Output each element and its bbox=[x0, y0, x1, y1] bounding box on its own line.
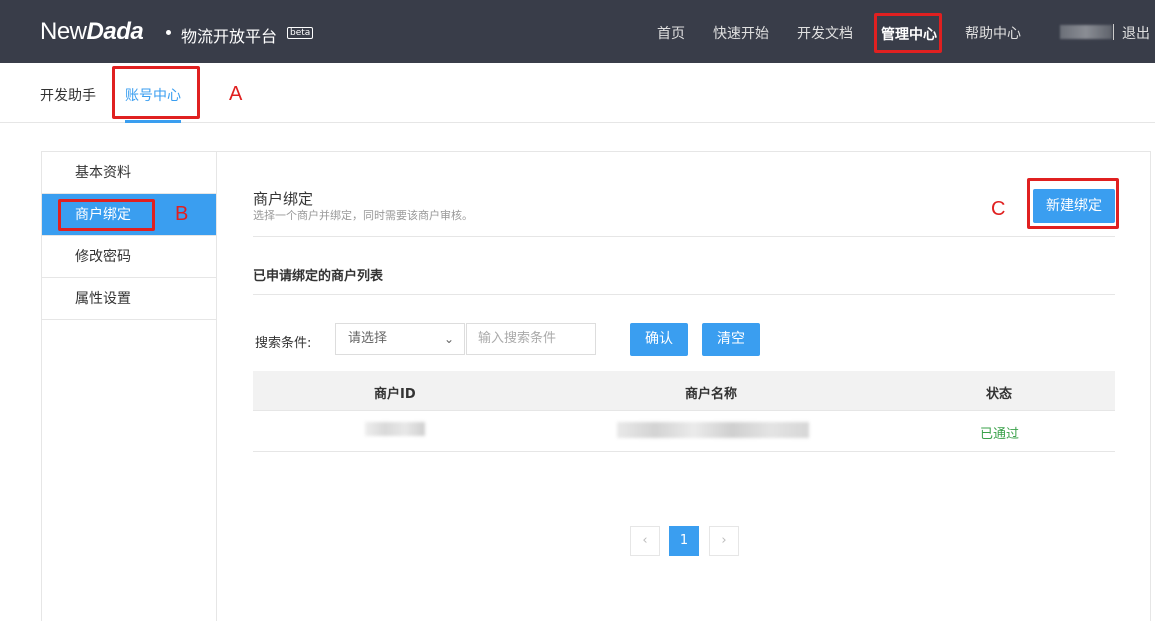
annotation-label-a: A bbox=[229, 83, 243, 105]
column-merchant-name: 商户名称 bbox=[685, 387, 738, 402]
logo[interactable]: NewDada bbox=[40, 18, 144, 46]
nav-management[interactable]: 管理中心 bbox=[881, 24, 937, 44]
section-title: 商户绑定 bbox=[253, 190, 314, 208]
main-panel: 基本资料 商户绑定 修改密码 属性设置 B 商户绑定 选择一个商户并绑定，同时需… bbox=[41, 151, 1151, 621]
column-status: 状态 bbox=[986, 387, 1013, 402]
tab-dev-assistant[interactable]: 开发助手 bbox=[40, 85, 96, 105]
active-tab-indicator bbox=[125, 120, 181, 123]
top-navbar: NewDada 物流开放平台 beta 首页 快速开始 开发文档 管理中心 帮助… bbox=[0, 0, 1155, 63]
annotation-box-b bbox=[58, 199, 155, 231]
divider bbox=[253, 294, 1115, 295]
confirm-button[interactable]: 确认 bbox=[630, 323, 688, 356]
pagination-prev[interactable]: ‹ bbox=[630, 526, 660, 556]
nav-separator bbox=[1113, 24, 1114, 40]
annotation-box-a bbox=[112, 66, 200, 119]
pagination-next[interactable]: › bbox=[709, 526, 739, 556]
nav-home[interactable]: 首页 bbox=[657, 23, 685, 43]
section-description: 选择一个商户并绑定，同时需要该商户审核。 bbox=[253, 209, 473, 222]
beta-badge: beta bbox=[287, 27, 314, 39]
new-binding-button[interactable]: 新建绑定 bbox=[1033, 189, 1115, 223]
column-merchant-id: 商户ID bbox=[374, 387, 416, 402]
content-area: 商户绑定 选择一个商户并绑定，同时需要该商户审核。 C 新建绑定 已申请绑定的商… bbox=[253, 152, 1119, 621]
annotation-label-c: C bbox=[991, 198, 1006, 220]
sidebar-item-basic-info[interactable]: 基本资料 bbox=[42, 152, 216, 194]
list-title: 已申请绑定的商户列表 bbox=[253, 269, 384, 284]
merchant-name-redacted bbox=[617, 422, 809, 438]
status-badge: 已通过 bbox=[980, 427, 1020, 442]
merchant-id-redacted bbox=[365, 422, 425, 436]
nav-docs[interactable]: 开发文档 bbox=[797, 23, 853, 43]
nav-help[interactable]: 帮助中心 bbox=[965, 23, 1021, 43]
sub-tabs: 开发助手 账号中心 A bbox=[0, 63, 1155, 123]
nav-management-highlight[interactable]: 管理中心 bbox=[874, 13, 942, 53]
platform-title: 物流开放平台 bbox=[181, 27, 278, 46]
clear-button[interactable]: 清空 bbox=[702, 323, 760, 356]
sidebar-item-change-password[interactable]: 修改密码 bbox=[42, 236, 216, 278]
select-placeholder: 请选择 bbox=[348, 331, 388, 346]
chevron-down-icon: ⌄ bbox=[443, 332, 454, 346]
table-header: 商户ID 商户名称 状态 bbox=[253, 371, 1115, 411]
logout-link[interactable]: 退出 bbox=[1122, 23, 1150, 43]
nav-quickstart[interactable]: 快速开始 bbox=[713, 23, 769, 43]
table-row: 已通过 bbox=[253, 411, 1115, 452]
divider bbox=[253, 236, 1115, 237]
search-condition-select[interactable]: 请选择 ⌄ bbox=[335, 323, 465, 355]
search-label: 搜索条件: bbox=[255, 336, 312, 351]
search-input[interactable]: 输入搜索条件 bbox=[466, 323, 596, 355]
username-redacted bbox=[1060, 25, 1112, 39]
logo-dot bbox=[166, 30, 171, 35]
sidebar: 基本资料 商户绑定 修改密码 属性设置 B bbox=[42, 152, 217, 621]
sidebar-item-property-settings[interactable]: 属性设置 bbox=[42, 278, 216, 320]
pagination-page-1[interactable]: 1 bbox=[669, 526, 699, 556]
annotation-label-b: B bbox=[175, 203, 189, 225]
